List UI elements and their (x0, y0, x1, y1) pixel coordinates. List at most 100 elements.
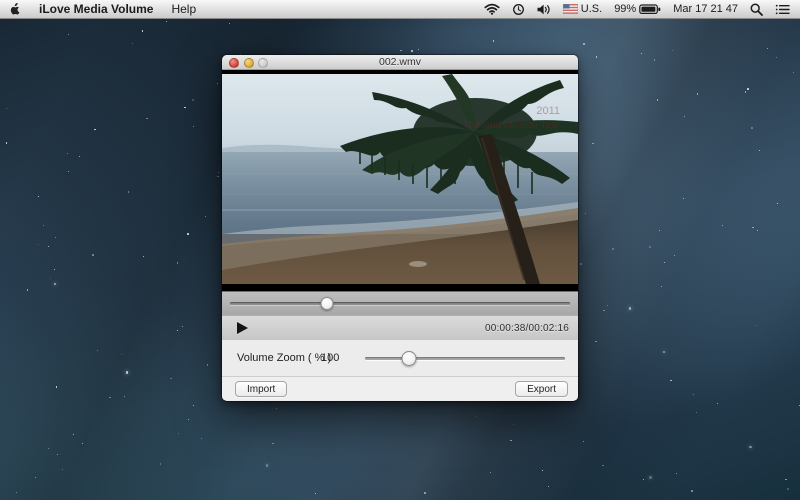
star (744, 91, 747, 93)
star (92, 254, 94, 256)
star (658, 229, 660, 231)
star (547, 485, 549, 487)
star (188, 419, 189, 421)
star (755, 324, 757, 326)
star (595, 340, 597, 343)
close-button[interactable] (229, 57, 239, 68)
star (109, 396, 111, 399)
star (265, 464, 268, 467)
star (510, 439, 512, 442)
star (676, 473, 677, 474)
volume-zoom-slider-thumb[interactable] (401, 351, 417, 366)
notification-list-icon (775, 4, 790, 15)
star (217, 82, 219, 84)
battery-menu[interactable]: 99% (608, 0, 667, 18)
star (5, 142, 8, 144)
star (127, 191, 130, 193)
clock-date: Mar 17 (673, 3, 708, 15)
spotlight-menu[interactable] (744, 0, 769, 18)
star (749, 445, 752, 449)
star (640, 52, 642, 54)
import-button[interactable]: Import (235, 381, 288, 397)
star (595, 56, 598, 58)
star (141, 30, 144, 32)
star (272, 442, 274, 445)
star (767, 48, 769, 50)
star (411, 50, 413, 52)
star (78, 156, 80, 158)
play-button[interactable] (237, 322, 249, 335)
star (661, 285, 663, 287)
window-title: 002.wmv (378, 56, 421, 68)
star (756, 230, 758, 232)
star (54, 237, 56, 239)
star (785, 478, 787, 481)
star (489, 471, 492, 473)
star (123, 395, 125, 398)
export-button[interactable]: Export (515, 381, 568, 397)
window-titlebar[interactable]: 002.wmv (222, 55, 578, 70)
menu-bar: iLove Media Volume Help U.S. 99% Mar 17 … (0, 0, 800, 19)
clock-time: 21 47 (710, 3, 738, 15)
time-machine-icon (512, 3, 525, 16)
star (200, 438, 202, 439)
star (492, 40, 495, 42)
star (67, 170, 69, 172)
battery-percent: 99% (614, 3, 637, 15)
star (751, 127, 753, 129)
seek-slider[interactable] (230, 297, 570, 310)
star (170, 377, 172, 380)
minimize-button[interactable] (243, 57, 254, 68)
seek-slider-thumb[interactable] (320, 297, 334, 310)
star (721, 225, 723, 227)
star (752, 226, 754, 229)
star (696, 412, 697, 413)
star (512, 423, 514, 425)
star (206, 364, 209, 366)
star (787, 488, 789, 490)
star (418, 48, 420, 50)
star (176, 262, 179, 264)
wifi-menu[interactable] (478, 0, 506, 18)
star (607, 304, 609, 306)
input-source-menu[interactable]: U.S. (557, 0, 608, 18)
star (747, 88, 749, 90)
apple-menu[interactable] (0, 0, 30, 18)
star (649, 476, 652, 479)
clock-menu[interactable]: Mar 17 21 47 (667, 0, 744, 18)
star (276, 407, 277, 409)
menu-app-name[interactable]: iLove Media Volume (30, 0, 162, 18)
volume-menu[interactable] (531, 0, 557, 18)
star (176, 329, 179, 332)
star (34, 477, 36, 478)
star (55, 386, 58, 388)
star (592, 142, 594, 145)
star (94, 128, 96, 131)
menu-help[interactable]: Help (162, 0, 205, 18)
video-frame: 2011 Thailand Mission Tour (222, 74, 578, 284)
video-watermark-title: Thailand Mission Tour (463, 120, 561, 131)
volume-zoom-slider[interactable] (365, 351, 565, 366)
star (73, 433, 75, 435)
apple-icon (9, 1, 21, 18)
star (53, 268, 55, 271)
volume-zoom-row: Volume Zoom ( % ) 100 (222, 340, 578, 377)
star (204, 216, 206, 218)
star (48, 448, 50, 450)
star (120, 353, 122, 355)
star (314, 492, 316, 494)
input-source-label: U.S. (580, 3, 603, 15)
notification-center-menu[interactable] (769, 0, 800, 18)
star (662, 350, 666, 354)
speaker-icon (537, 4, 551, 15)
footer-row: Import Export (222, 377, 578, 400)
star (603, 309, 605, 311)
star (674, 254, 676, 256)
star (612, 248, 614, 250)
time-machine-menu[interactable] (506, 0, 531, 18)
video-watermark-year: 2011 (536, 105, 560, 117)
star (42, 224, 44, 226)
star (159, 463, 162, 465)
wifi-icon (484, 3, 500, 15)
star (228, 23, 230, 24)
